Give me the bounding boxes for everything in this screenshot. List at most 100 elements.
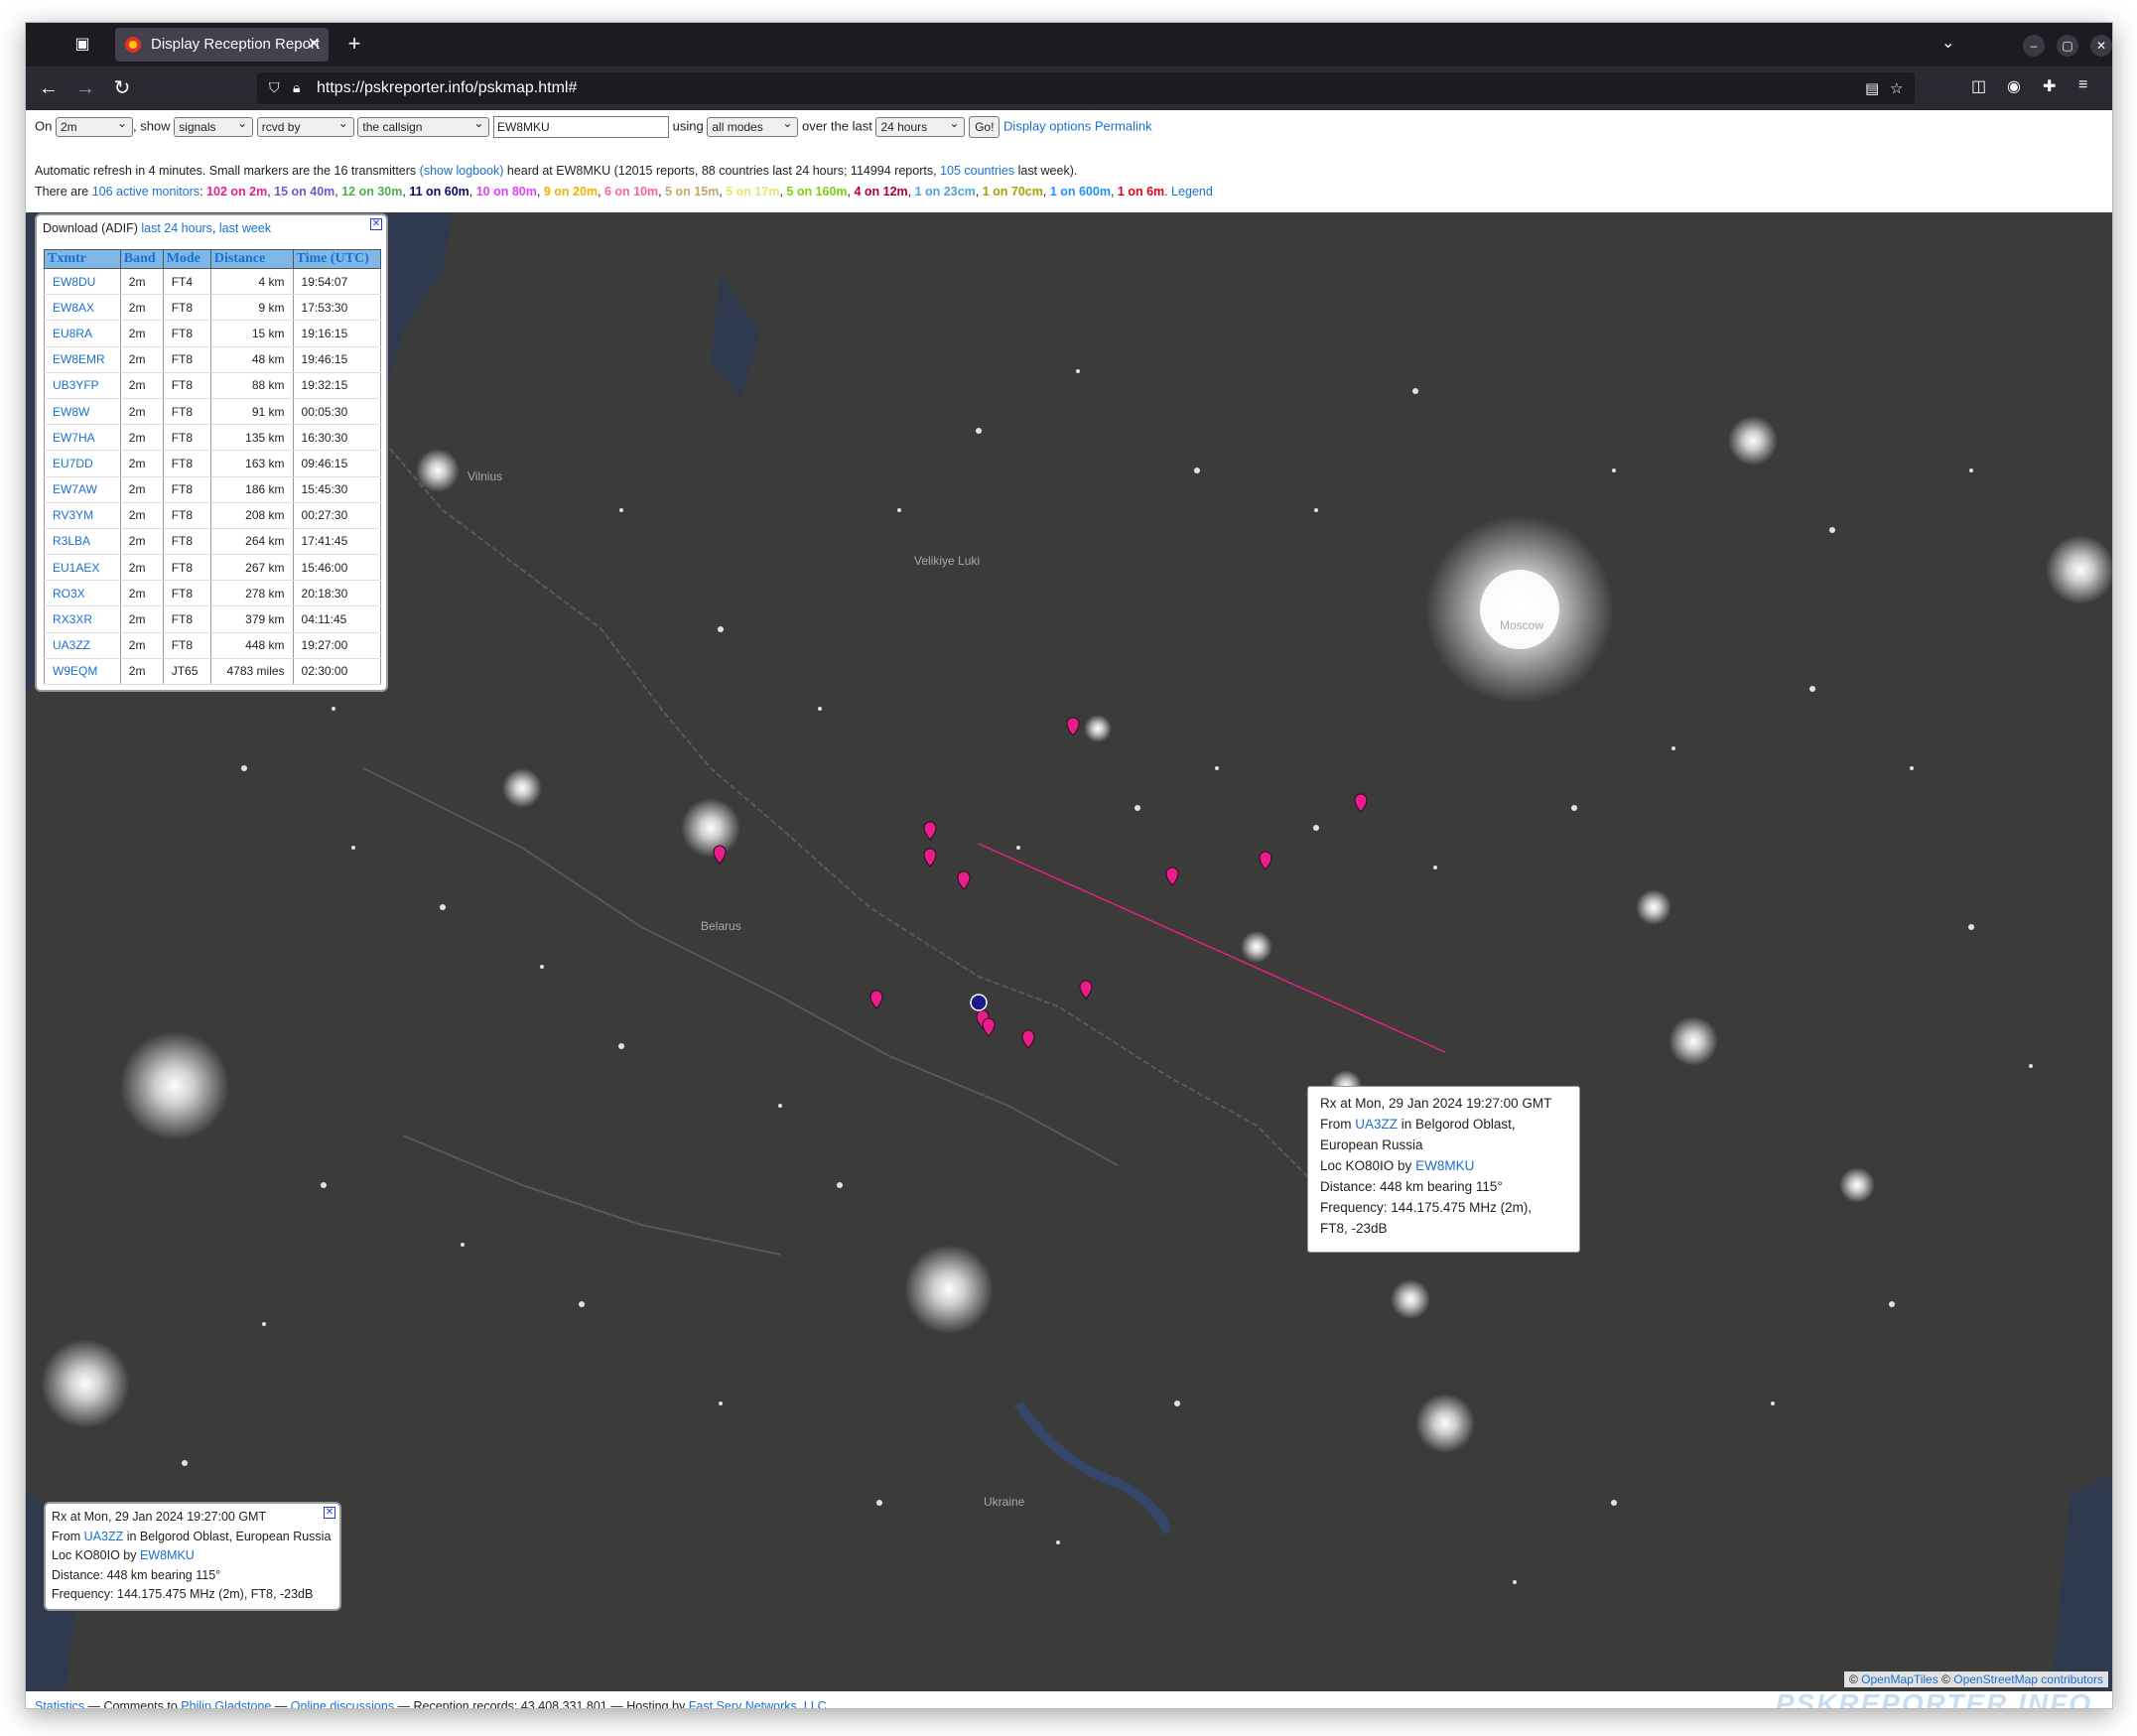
receiver-marker-icon[interactable] bbox=[970, 994, 988, 1011]
txmtr-cell[interactable]: UA3ZZ bbox=[44, 632, 121, 659]
txmtr-cell[interactable]: EW7HA bbox=[44, 424, 121, 452]
direction-select[interactable]: rcvd by bbox=[256, 114, 354, 137]
txmtr-cell[interactable]: EU8RA bbox=[44, 320, 121, 347]
col-header-txmtr[interactable]: Txmtr bbox=[44, 249, 121, 269]
band-count[interactable]: 1 on 6m bbox=[1118, 185, 1164, 199]
back-icon[interactable]: ← bbox=[36, 76, 62, 100]
band-count[interactable]: 10 on 80m bbox=[476, 185, 537, 199]
band-count[interactable]: 5 on 15m bbox=[665, 185, 719, 199]
callsign-link[interactable]: EW8DU bbox=[53, 275, 95, 289]
band-count[interactable]: 5 on 17m bbox=[726, 185, 779, 199]
callsign-link[interactable]: EW7AW bbox=[53, 482, 97, 496]
popup-by-call-link[interactable]: EW8MKU bbox=[140, 1548, 195, 1562]
band-count[interactable]: 1 on 23cm bbox=[915, 185, 976, 199]
txmtr-cell[interactable]: EW8DU bbox=[44, 268, 121, 296]
shield-icon[interactable]: ⛉ bbox=[269, 79, 280, 96]
reload-icon[interactable]: ↻ bbox=[109, 76, 135, 100]
txmtr-cell[interactable]: RV3YM bbox=[44, 502, 121, 529]
col-header-time[interactable]: Time (UTC) bbox=[292, 249, 382, 269]
new-tab-icon[interactable]: + bbox=[341, 31, 367, 57]
callsign-link[interactable]: EW8EMR bbox=[53, 352, 105, 366]
download-last24-link[interactable]: last 24 hours bbox=[141, 221, 212, 235]
band-count[interactable]: 6 on 10m bbox=[604, 185, 658, 199]
active-tab[interactable]: Display Reception Report ✕ bbox=[115, 28, 329, 62]
philip-gladstone-link[interactable]: Philip Gladstone bbox=[181, 1699, 271, 1708]
reader-view-icon[interactable]: ▤ bbox=[1865, 79, 1879, 97]
callsign-link[interactable]: EW7HA bbox=[53, 431, 95, 445]
callsign-link[interactable]: EW8W bbox=[53, 405, 89, 419]
pocket-icon[interactable]: ◫ bbox=[1971, 76, 1986, 96]
callsign-link[interactable]: W9EQM bbox=[53, 664, 97, 678]
callsign-link[interactable]: EU7DD bbox=[53, 457, 93, 470]
txmtr-cell[interactable]: RO3X bbox=[44, 580, 121, 607]
show-logbook-link[interactable]: (show logbook) bbox=[420, 164, 504, 178]
txmtr-cell[interactable]: RX3XR bbox=[44, 605, 121, 633]
txmtr-cell[interactable]: EW8AX bbox=[44, 294, 121, 322]
txmtr-cell[interactable]: EW8W bbox=[44, 398, 121, 426]
statistics-link[interactable]: Statistics bbox=[35, 1699, 84, 1708]
openstreetmap-link[interactable]: OpenStreetMap contributors bbox=[1953, 1672, 2103, 1686]
callsign-link[interactable]: UB3YFP bbox=[53, 378, 99, 392]
band-count[interactable]: 102 on 2m bbox=[206, 185, 267, 199]
panel-close-icon[interactable]: ✕ bbox=[370, 218, 382, 230]
map[interactable]: Belarus Moscow Ukraine Velikiye Luki Vil… bbox=[26, 212, 2112, 1691]
txmtr-cell[interactable]: EW8EMR bbox=[44, 346, 121, 373]
band-count[interactable]: 9 on 20m bbox=[544, 185, 598, 199]
callsign-link[interactable]: RO3X bbox=[53, 587, 85, 601]
match-select[interactable]: the callsign bbox=[357, 114, 490, 137]
url-text[interactable]: https://pskreporter.info/pskmap.html# bbox=[317, 79, 577, 97]
callsign-link[interactable]: EW8AX bbox=[53, 301, 94, 315]
fast-serv-link[interactable]: Fast Serv Networks, LLC bbox=[689, 1699, 827, 1708]
countries-link[interactable]: 105 countries bbox=[940, 164, 1014, 178]
band-count[interactable]: 1 on 600m bbox=[1050, 185, 1111, 199]
online-discussions-link[interactable]: Online discussions bbox=[291, 1699, 394, 1708]
legend-link[interactable]: Legend bbox=[1171, 185, 1213, 199]
band-count[interactable]: 15 on 40m bbox=[274, 185, 334, 199]
tab-list-icon[interactable]: ▣ bbox=[69, 32, 95, 58]
band-count[interactable]: 1 on 70cm bbox=[983, 185, 1043, 199]
modes-select[interactable]: all modes bbox=[707, 114, 799, 137]
txmtr-cell[interactable]: UB3YFP bbox=[44, 372, 121, 399]
callsign-link[interactable]: UA3ZZ bbox=[53, 638, 90, 652]
txmtr-cell[interactable]: EU7DD bbox=[44, 450, 121, 477]
window-close-icon[interactable]: ✕ bbox=[2090, 35, 2112, 57]
chevron-down-icon[interactable]: ⌄ bbox=[1941, 33, 1954, 53]
popup-from-call-link[interactable]: UA3ZZ bbox=[84, 1530, 124, 1543]
band-count[interactable]: 12 on 30m bbox=[341, 185, 402, 199]
tooltip-by-call-link[interactable]: EW8MKU bbox=[1415, 1158, 1474, 1173]
txmtr-cell[interactable]: EW7AW bbox=[44, 476, 121, 503]
band-count[interactable]: 4 on 12m bbox=[854, 185, 907, 199]
bookmark-star-icon[interactable]: ☆ bbox=[1890, 79, 1903, 97]
go-button[interactable]: Go! bbox=[969, 116, 1001, 138]
band-count[interactable]: 5 on 160m bbox=[786, 185, 847, 199]
callsign-link[interactable]: RX3XR bbox=[53, 612, 92, 626]
forward-icon[interactable]: → bbox=[72, 76, 98, 100]
popup-close-icon[interactable]: ✕ bbox=[324, 1507, 335, 1519]
txmtr-cell[interactable]: EU1AEX bbox=[44, 554, 121, 582]
callsign-link[interactable]: EU1AEX bbox=[53, 561, 99, 575]
col-header-band[interactable]: Band bbox=[119, 249, 164, 269]
callsign-input[interactable]: EW8MKU bbox=[493, 116, 670, 138]
callsign-link[interactable]: EU8RA bbox=[53, 327, 92, 340]
callsign-link[interactable]: RV3YM bbox=[53, 508, 93, 522]
col-header-distance[interactable]: Distance bbox=[209, 249, 294, 269]
menu-icon[interactable]: ≡ bbox=[2078, 76, 2087, 94]
tooltip-from-call-link[interactable]: UA3ZZ bbox=[1355, 1117, 1398, 1132]
callsign-link[interactable]: R3LBA bbox=[53, 534, 90, 548]
band-select[interactable]: 2m bbox=[55, 114, 133, 137]
txmtr-cell[interactable]: R3LBA bbox=[44, 528, 121, 556]
show-select[interactable]: signals bbox=[174, 114, 254, 137]
col-header-mode[interactable]: Mode bbox=[162, 249, 211, 269]
txmtr-cell[interactable]: W9EQM bbox=[44, 658, 121, 686]
minimize-icon[interactable]: – bbox=[2023, 35, 2045, 57]
tab-close-icon[interactable]: ✕ bbox=[308, 28, 321, 62]
period-select[interactable]: 24 hours bbox=[875, 114, 966, 137]
account-icon[interactable]: ◉ bbox=[2007, 76, 2021, 96]
extensions-icon[interactable]: ✚ bbox=[2043, 76, 2056, 96]
band-count[interactable]: 11 on 60m bbox=[409, 185, 468, 199]
maximize-icon[interactable]: ▢ bbox=[2057, 35, 2078, 57]
permalink-link[interactable]: Permalink bbox=[1095, 118, 1152, 133]
download-lastweek-link[interactable]: last week bbox=[219, 221, 271, 235]
active-monitors-link[interactable]: 106 active monitors bbox=[92, 185, 200, 199]
display-options-link[interactable]: Display options bbox=[1003, 118, 1091, 133]
